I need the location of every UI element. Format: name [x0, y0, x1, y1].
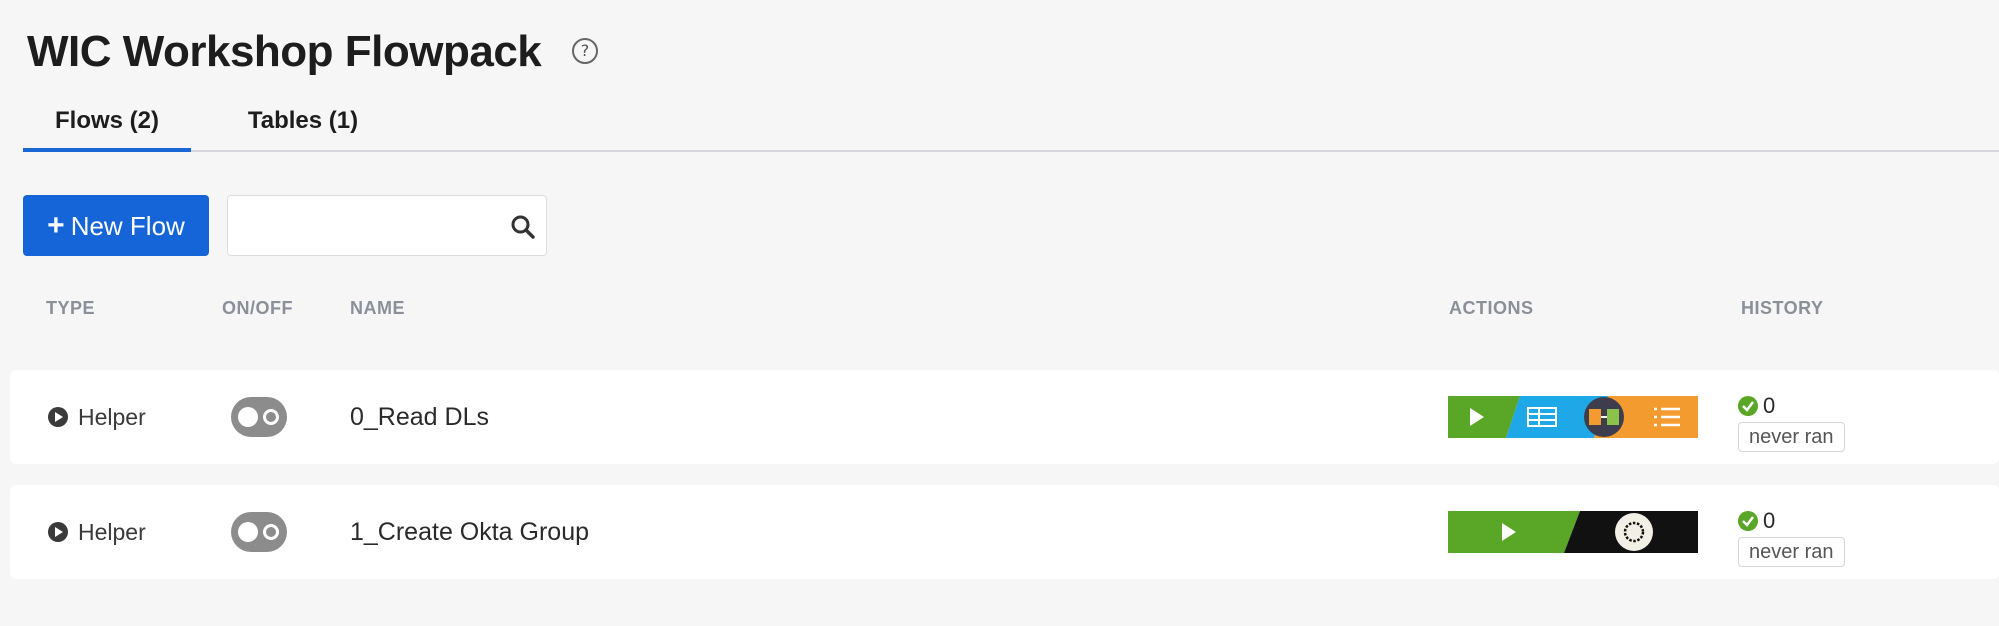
- tab-bar: Flows (2) Tables (1): [23, 100, 1999, 152]
- status-badge: never ran: [1738, 537, 1845, 567]
- new-flow-label: New Flow: [70, 211, 185, 241]
- flow-name[interactable]: 0_Read DLs: [350, 370, 489, 464]
- column-header-onoff[interactable]: ON/OFF: [222, 298, 293, 319]
- column-header-history: HISTORY: [1741, 298, 1824, 318]
- column-header-name[interactable]: NAME: [350, 298, 405, 319]
- history-count: 0: [1763, 393, 1776, 418]
- type-cell: Helper: [48, 370, 146, 464]
- on-off-toggle[interactable]: [231, 512, 287, 552]
- help-icon[interactable]: ?: [572, 38, 598, 64]
- page-title: WIC Workshop Flowpack: [27, 27, 542, 76]
- flow-name[interactable]: 1_Create Okta Group: [350, 485, 589, 579]
- search-input[interactable]: [236, 204, 490, 249]
- history-count: 0: [1763, 508, 1776, 533]
- type-cell: Helper: [48, 485, 146, 579]
- toggle-knob: [238, 407, 258, 427]
- okta-icon: [1615, 513, 1653, 551]
- toggle-knob: [238, 522, 258, 542]
- actions-strip[interactable]: [1448, 511, 1698, 553]
- on-off-toggle[interactable]: [231, 397, 287, 437]
- check-circle-icon: [1738, 396, 1758, 416]
- search-icon[interactable]: [510, 214, 536, 240]
- table-row[interactable]: Helper 0_Read DLs 0 never ran: [10, 370, 1999, 464]
- table-row[interactable]: Helper 1_Create Okta Group 0 never ran: [10, 485, 1999, 579]
- toggle-off-indicator: [263, 524, 279, 540]
- play-circle-icon: [48, 522, 68, 542]
- check-circle-icon: [1738, 511, 1758, 531]
- column-header-type[interactable]: TYPE: [46, 298, 95, 319]
- type-label: Helper: [78, 518, 146, 545]
- search-box: [227, 195, 547, 256]
- play-circle-icon: [48, 407, 68, 427]
- tab-flows[interactable]: Flows (2): [23, 100, 191, 152]
- transform-icon: [1584, 397, 1624, 437]
- type-label: Helper: [78, 403, 146, 430]
- actions-strip[interactable]: [1448, 396, 1698, 438]
- status-badge: never ran: [1738, 422, 1845, 452]
- plus-icon: +: [47, 209, 65, 242]
- toggle-off-indicator: [263, 409, 279, 425]
- new-flow-button[interactable]: + New Flow: [23, 195, 209, 256]
- tab-tables[interactable]: Tables (1): [213, 100, 393, 148]
- column-header-actions: ACTIONS: [1449, 298, 1534, 318]
